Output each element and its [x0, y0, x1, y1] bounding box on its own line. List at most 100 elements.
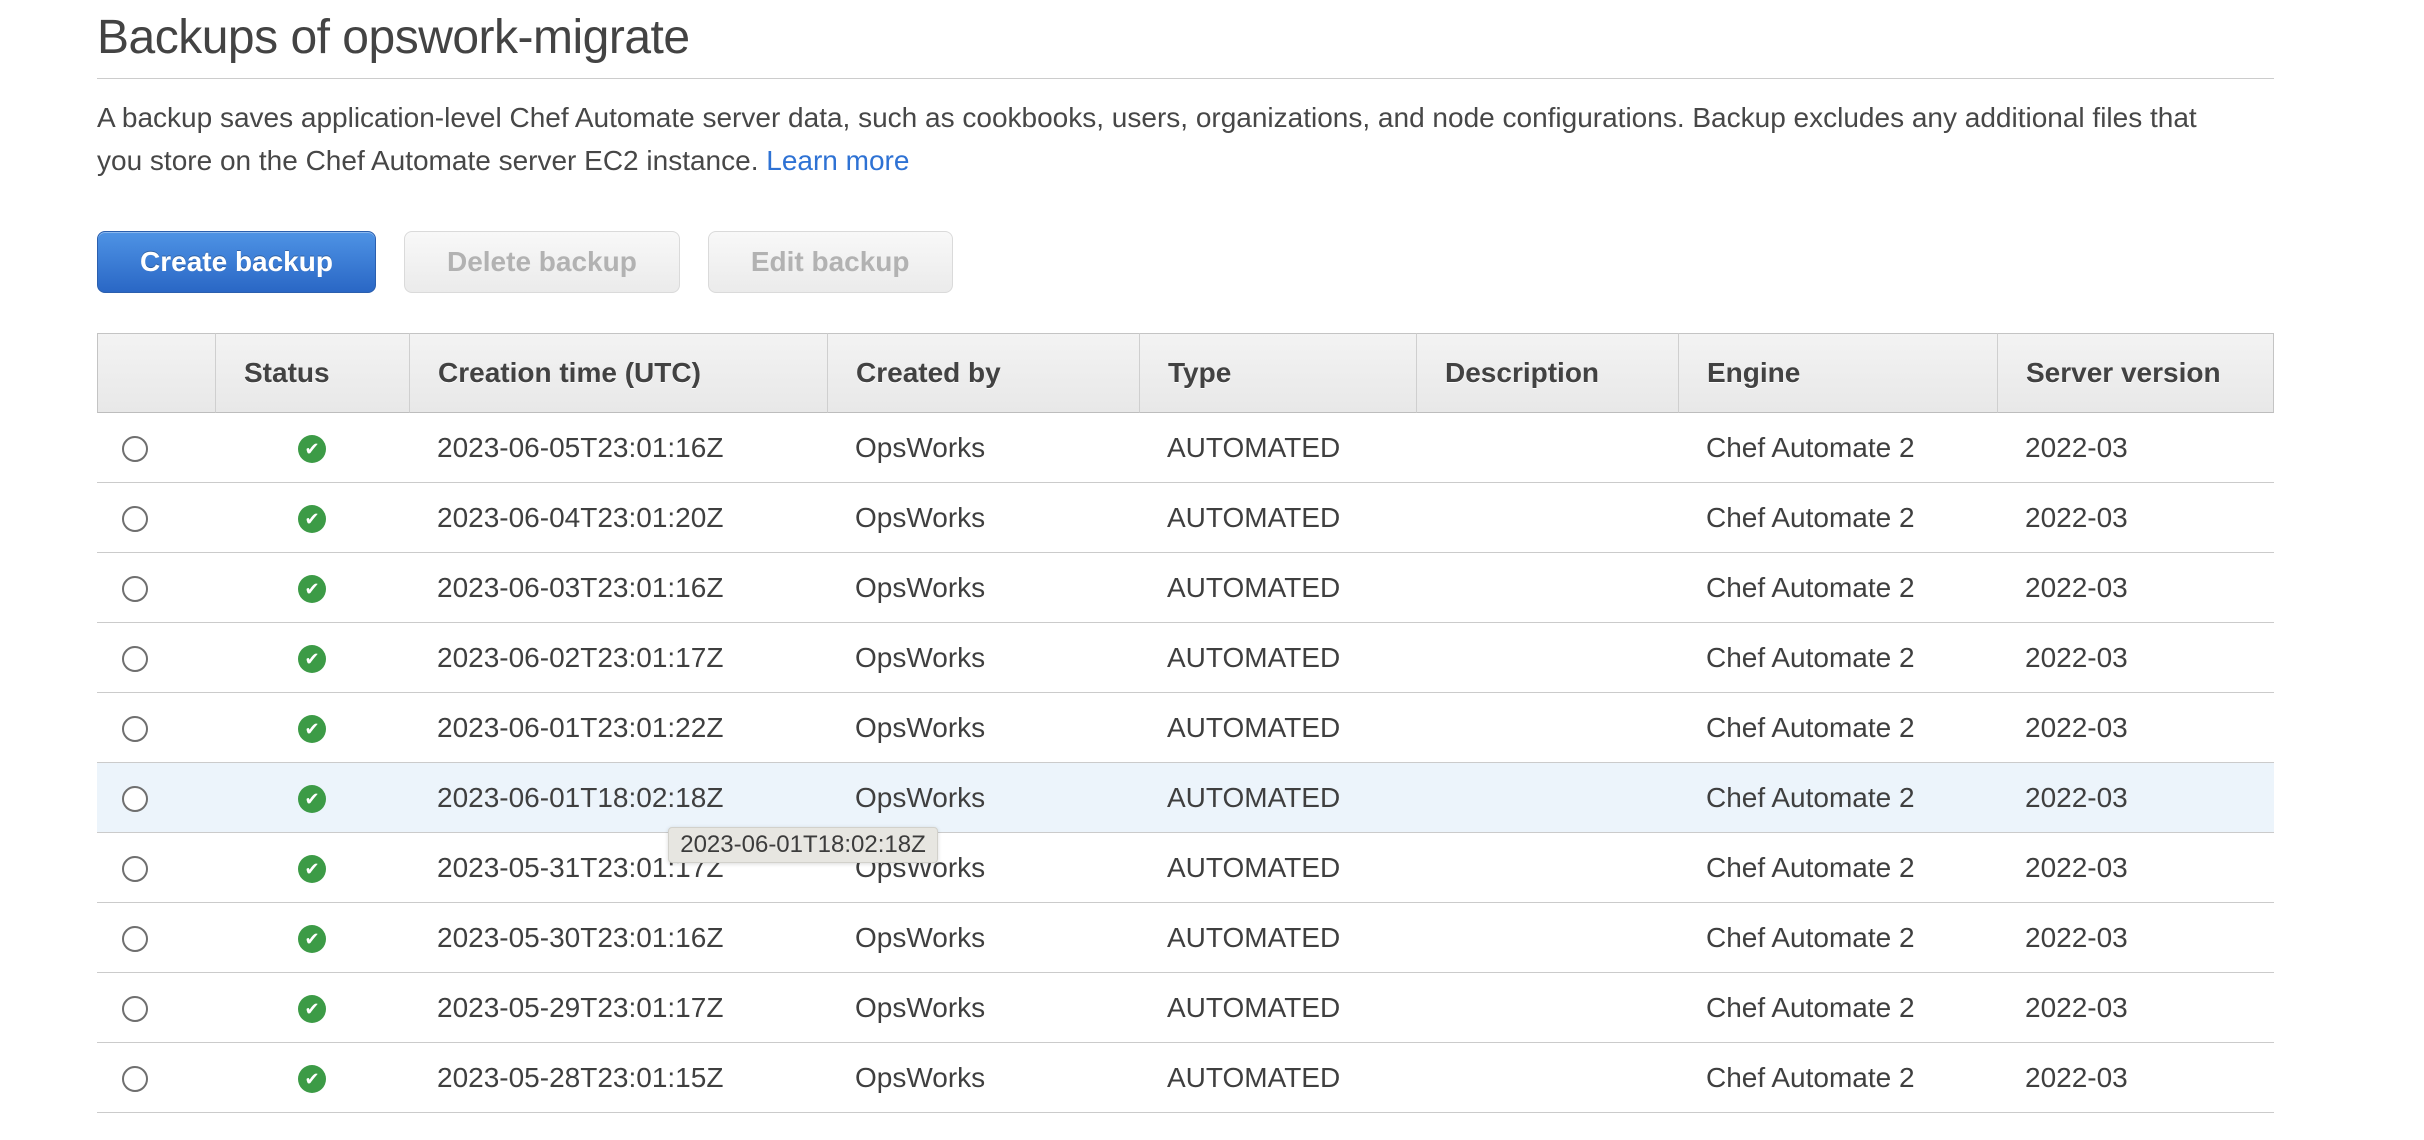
check-circle-icon: ✔ [298, 435, 326, 464]
table-row[interactable]: ✔ 2023-06-04T23:01:20Z OpsWorks AUTOMATE… [97, 483, 2274, 553]
edit-backup-button[interactable]: Edit backup [707, 231, 953, 293]
table-row[interactable]: ✔ 2023-05-29T23:01:17Z OpsWorks AUTOMATE… [97, 973, 2274, 1043]
table-row[interactable]: ✔ 2023-06-03T23:01:16Z OpsWorks AUTOMATE… [97, 553, 2274, 623]
header-select [97, 333, 215, 413]
row-radio[interactable] [122, 786, 148, 813]
description-line-1: A backup saves application-level Chef Au… [97, 102, 2197, 133]
table-row[interactable]: ✔ 2023-06-01T23:01:22Z OpsWorks AUTOMATE… [97, 693, 2274, 763]
creation-time-tooltip: 2023-06-01T18:02:18Z [668, 827, 938, 863]
cell-created-by: OpsWorks [827, 693, 1139, 763]
check-circle-icon: ✔ [298, 505, 326, 534]
cell-engine: Chef Automate 2 [1678, 903, 1997, 973]
cell-server-version: 2022-03 [1997, 413, 2274, 483]
cell-engine: Chef Automate 2 [1678, 553, 1997, 623]
description-line-2-text: you store on the Chef Automate server EC… [97, 145, 759, 176]
cell-creation-time: 2023-06-01T18:02:18Z [409, 763, 827, 833]
check-circle-icon: ✔ [298, 645, 326, 674]
cell-creation-time: 2023-05-29T23:01:17Z [409, 973, 827, 1043]
cell-created-by: OpsWorks [827, 553, 1139, 623]
cell-created-by: OpsWorks [827, 763, 1139, 833]
cell-engine: Chef Automate 2 [1678, 763, 1997, 833]
cell-created-by: OpsWorks [827, 973, 1139, 1043]
cell-type: AUTOMATED [1139, 1043, 1416, 1113]
cell-description [1416, 973, 1678, 1043]
cell-server-version: 2022-03 [1997, 833, 2274, 903]
cell-created-by: OpsWorks [827, 483, 1139, 553]
cell-server-version: 2022-03 [1997, 973, 2274, 1043]
check-circle-icon: ✔ [298, 715, 326, 744]
cell-creation-time: 2023-06-04T23:01:20Z [409, 483, 827, 553]
cell-engine: Chef Automate 2 [1678, 413, 1997, 483]
cell-server-version: 2022-03 [1997, 903, 2274, 973]
cell-type: AUTOMATED [1139, 413, 1416, 483]
learn-more-link[interactable]: Learn more [766, 145, 909, 176]
table-row[interactable]: ✔ 2023-05-28T23:01:15Z OpsWorks AUTOMATE… [97, 1043, 2274, 1113]
cell-server-version: 2022-03 [1997, 763, 2274, 833]
cell-engine: Chef Automate 2 [1678, 693, 1997, 763]
row-radio[interactable] [122, 926, 148, 953]
cell-type: AUTOMATED [1139, 623, 1416, 693]
row-radio[interactable] [122, 716, 148, 743]
header-creation-time: Creation time (UTC) [409, 333, 827, 413]
check-circle-icon: ✔ [298, 995, 326, 1024]
cell-description [1416, 623, 1678, 693]
header-created-by: Created by [827, 333, 1139, 413]
cell-engine: Chef Automate 2 [1678, 483, 1997, 553]
row-radio[interactable] [122, 856, 148, 883]
cell-engine: Chef Automate 2 [1678, 623, 1997, 693]
delete-backup-button[interactable]: Delete backup [403, 231, 680, 293]
check-circle-icon: ✔ [298, 785, 326, 814]
cell-type: AUTOMATED [1139, 483, 1416, 553]
row-radio[interactable] [122, 506, 148, 533]
cell-creation-time: 2023-06-05T23:01:16Z [409, 413, 827, 483]
cell-description [1416, 413, 1678, 483]
table-header: Status Creation time (UTC) Created by Ty… [97, 333, 2274, 413]
check-circle-icon: ✔ [298, 925, 326, 954]
header-engine: Engine [1678, 333, 1997, 413]
cell-creation-time: 2023-06-01T23:01:22Z [409, 693, 827, 763]
cell-type: AUTOMATED [1139, 973, 1416, 1043]
cell-description [1416, 1043, 1678, 1113]
row-radio[interactable] [122, 996, 148, 1023]
table-row[interactable]: ✔ 2023-06-02T23:01:17Z OpsWorks AUTOMATE… [97, 623, 2274, 693]
cell-server-version: 2022-03 [1997, 483, 2274, 553]
row-radio[interactable] [122, 576, 148, 603]
table-row[interactable]: ✔ 2023-05-30T23:01:16Z OpsWorks AUTOMATE… [97, 903, 2274, 973]
header-description: Description [1416, 333, 1678, 413]
check-circle-icon: ✔ [298, 855, 326, 884]
table-row-highlighted[interactable]: ✔ 2023-06-01T18:02:18Z OpsWorks AUTOMATE… [97, 763, 2274, 833]
toolbar: Create backup Delete backup Edit backup [97, 231, 2274, 293]
cell-type: AUTOMATED [1139, 763, 1416, 833]
table-row[interactable]: ✔ 2023-06-05T23:01:16Z OpsWorks AUTOMATE… [97, 413, 2274, 483]
row-radio[interactable] [122, 1066, 148, 1093]
cell-server-version: 2022-03 [1997, 623, 2274, 693]
cell-engine: Chef Automate 2 [1678, 833, 1997, 903]
cell-engine: Chef Automate 2 [1678, 1043, 1997, 1113]
backups-table: Status Creation time (UTC) Created by Ty… [97, 333, 2274, 1113]
cell-server-version: 2022-03 [1997, 693, 2274, 763]
cell-type: AUTOMATED [1139, 693, 1416, 763]
page-description: A backup saves application-level Chef Au… [97, 96, 2274, 182]
cell-created-by: OpsWorks [827, 1043, 1139, 1113]
cell-creation-time: 2023-06-03T23:01:16Z [409, 553, 827, 623]
row-radio[interactable] [122, 646, 148, 673]
cell-created-by: OpsWorks [827, 623, 1139, 693]
description-line-2: you store on the Chef Automate server EC… [97, 139, 2274, 182]
check-circle-icon: ✔ [298, 575, 326, 604]
cell-type: AUTOMATED [1139, 553, 1416, 623]
check-circle-icon: ✔ [298, 1065, 326, 1094]
header-type: Type [1139, 333, 1416, 413]
cell-server-version: 2022-03 [1997, 1043, 2274, 1113]
cell-creation-time: 2023-05-28T23:01:15Z [409, 1043, 827, 1113]
cell-created-by: OpsWorks [827, 903, 1139, 973]
table-row[interactable]: ✔ 2023-05-31T23:01:17Z OpsWorks AUTOMATE… [97, 833, 2274, 903]
cell-created-by: OpsWorks [827, 413, 1139, 483]
page-title: Backups of opswork-migrate [97, 11, 690, 64]
main-content: Backups of opswork-migrate A backup save… [97, 6, 2274, 1113]
cell-description [1416, 763, 1678, 833]
cell-type: AUTOMATED [1139, 833, 1416, 903]
cell-description [1416, 553, 1678, 623]
create-backup-button[interactable]: Create backup [97, 231, 376, 293]
title-divider [97, 78, 2274, 79]
row-radio[interactable] [122, 436, 148, 463]
